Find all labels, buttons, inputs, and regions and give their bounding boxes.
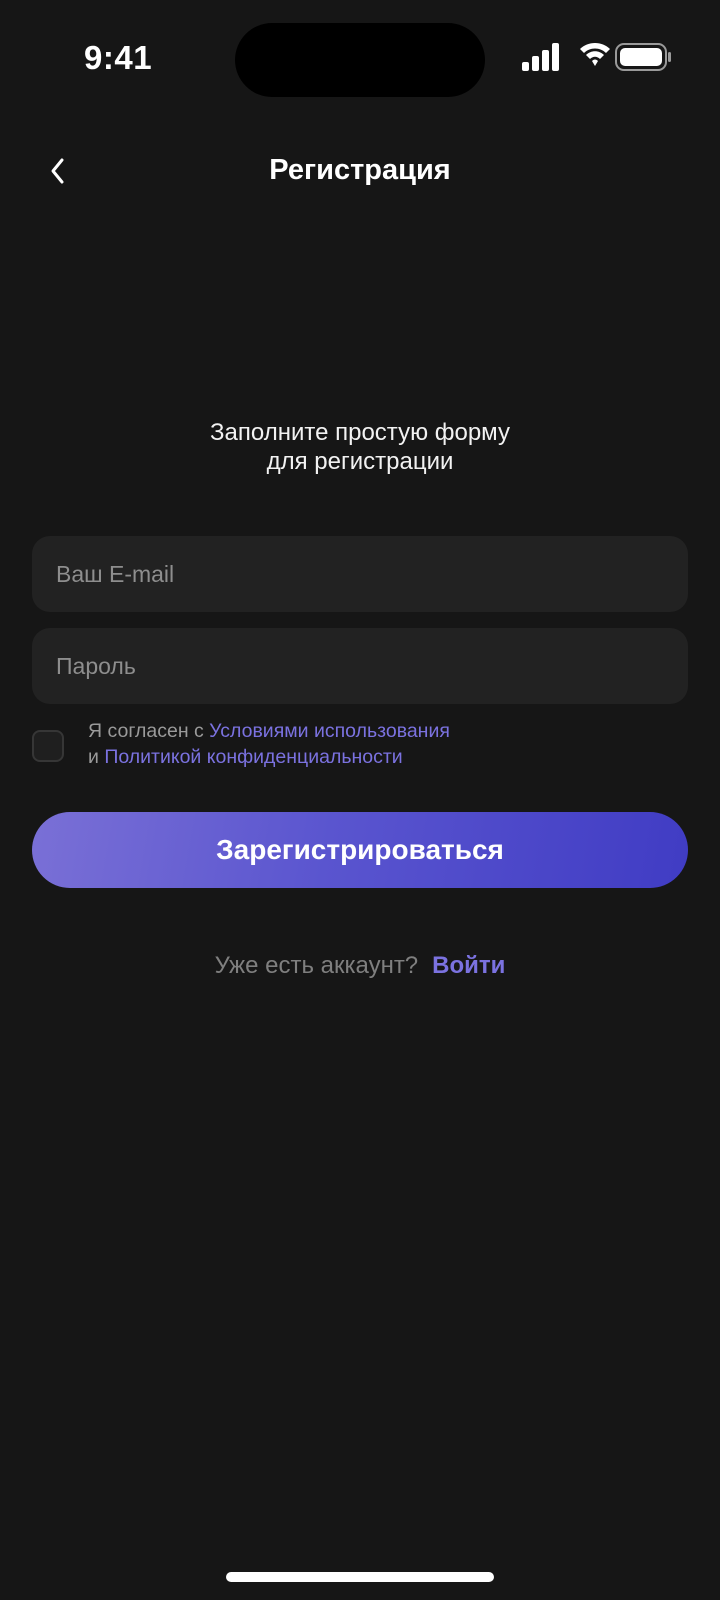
dynamic-island bbox=[235, 23, 485, 97]
register-button[interactable]: Зарегистрироваться bbox=[32, 812, 688, 888]
login-question: Уже есть аккаунт? bbox=[214, 952, 419, 979]
email-field[interactable] bbox=[32, 536, 688, 612]
login-prompt: Уже есть аккаунт? Войти bbox=[0, 950, 720, 982]
terms-of-use-link[interactable]: Условиями использования bbox=[209, 720, 450, 742]
status-time: 9:41 bbox=[84, 39, 153, 76]
page-title: Регистрация bbox=[269, 154, 451, 186]
battery-icon bbox=[615, 43, 671, 71]
wifi-icon bbox=[580, 43, 610, 66]
subtitle-line-1: Заполните простую форму bbox=[210, 419, 510, 446]
email-field-container bbox=[32, 536, 688, 612]
agreement-text: Я согласен с Условиями использования и П… bbox=[88, 718, 688, 770]
agreement-checkbox[interactable] bbox=[32, 730, 64, 762]
password-field[interactable] bbox=[32, 628, 688, 704]
status-icons bbox=[522, 42, 672, 74]
agreement-joiner: и bbox=[88, 746, 105, 768]
subtitle-line-2: для регистрации bbox=[266, 448, 454, 475]
password-field-container bbox=[32, 628, 688, 704]
login-link[interactable]: Войти bbox=[432, 952, 505, 979]
privacy-policy-link[interactable]: Политикой конфиденциальности bbox=[104, 746, 402, 768]
agreement-prefix: Я согласен с bbox=[88, 720, 210, 742]
cellular-signal-icon bbox=[522, 43, 559, 71]
form-subtitle: Заполните простую форму для регистрации bbox=[0, 418, 720, 476]
home-indicator bbox=[226, 1572, 494, 1582]
